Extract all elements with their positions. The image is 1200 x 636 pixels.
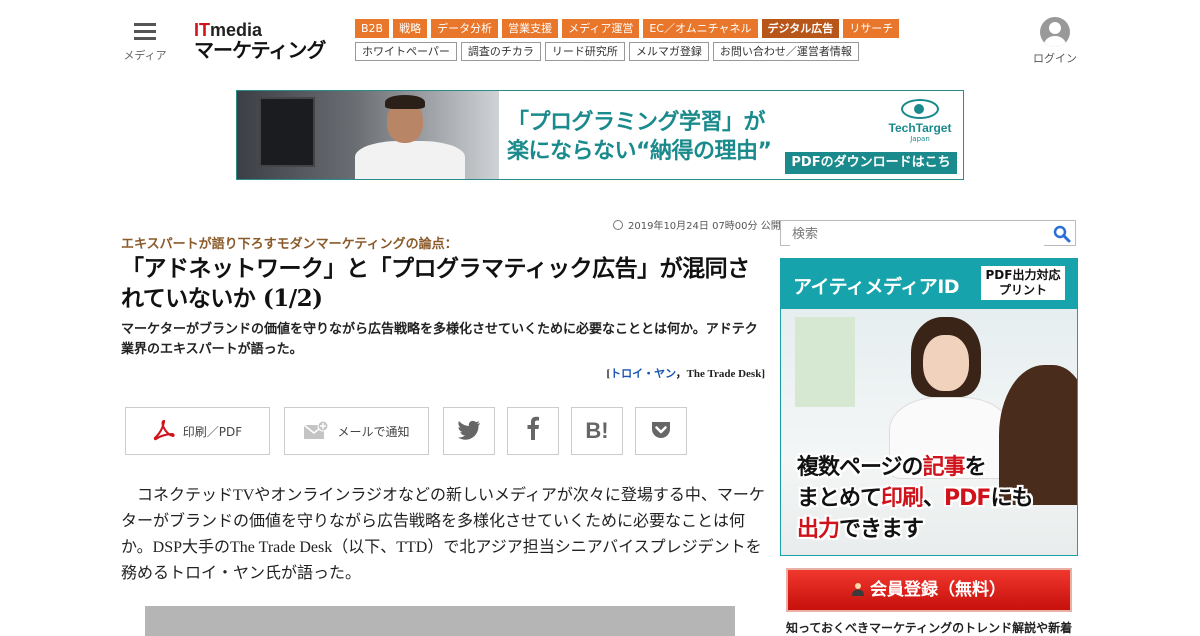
logo-marketing: マーケティング <box>194 38 326 62</box>
ad-photo: 複数ページの記事を まとめて印刷、PDFにも 出力できます <box>781 309 1077 555</box>
sub-link-lead-lab[interactable]: リード研究所 <box>544 42 625 61</box>
itmedia-id-ad[interactable]: アイティメディアID PDF出力対応 プリント 複数ページの記事を まとめて印刷… <box>780 258 1078 556</box>
user-avatar-icon <box>1040 17 1070 47</box>
category-data-analysis[interactable]: データ分析 <box>431 19 499 38</box>
author-byline: [トロイ・ヤン，The Trade Desk] <box>606 368 765 380</box>
category-digital-ads[interactable]: デジタル広告 <box>761 19 840 38</box>
pdf-icon <box>153 419 175 444</box>
techtarget-logo: TechTarget Japan <box>885 99 955 143</box>
sidebar-caption[interactable]: 知っておくべきマーケティングのトレンド解説や新着 <box>786 619 1086 636</box>
print-pdf-button[interactable]: 印刷／PDF <box>125 407 270 455</box>
category-b2b[interactable]: B2B <box>355 19 390 38</box>
banner-headline: 「プログラミング学習」が 楽にならない“納得の理由” <box>507 110 772 164</box>
page-title: 「アドネットワーク」と「プログラマティック広告」が混同されていないか (1/2) <box>121 255 750 312</box>
clock-icon <box>613 220 623 230</box>
eye-icon <box>901 99 939 119</box>
pocket-save-button[interactable] <box>635 407 687 455</box>
hatena-bookmark-button[interactable]: B! <box>571 407 623 455</box>
category-ec-omnichannel[interactable]: EC／オムニチャネル <box>643 19 758 38</box>
twitter-share-button[interactable] <box>443 407 495 455</box>
pdf-download-button[interactable]: PDFのダウンロードはこちら <box>785 152 957 179</box>
member-register-button[interactable]: 会員登録（無料） <box>786 568 1072 612</box>
ad-title: アイティメディアID <box>793 276 960 298</box>
sub-link-contact[interactable]: お問い合わせ／運営者情報 <box>712 42 859 61</box>
ad-copy: 複数ページの記事を まとめて印刷、PDFにも 出力できます <box>797 455 1033 542</box>
author-name-link[interactable]: トロイ・ヤン <box>610 368 675 380</box>
category-research[interactable]: リサーチ <box>843 19 900 38</box>
twitter-icon <box>457 420 481 443</box>
banner-photo <box>237 91 499 179</box>
publish-date: 2019年10月24日 07時00分 公開 <box>613 217 781 232</box>
article-lead: マーケターがブランドの価値を守りながら広告戦略を多様化させていくために必要なこと… <box>121 322 758 357</box>
search-box <box>780 220 1076 246</box>
article-body-paragraph: コネクテッドTVやオンラインラジオなどの新しいメディアが次々に登場する中、マーケ… <box>121 487 765 582</box>
login-button[interactable]: ログイン <box>1030 17 1080 66</box>
logo-media: media <box>210 20 263 40</box>
mail-plus-icon <box>303 420 329 443</box>
mail-notify-button[interactable]: メールで通知 <box>284 407 429 455</box>
sub-link-research-power[interactable]: 調査のチカラ <box>460 42 541 61</box>
category-strategy[interactable]: 戦略 <box>393 19 428 38</box>
search-icon[interactable] <box>1053 225 1071 243</box>
login-label: ログイン <box>1033 52 1077 65</box>
ad-banner[interactable]: 「プログラミング学習」が 楽にならない“納得の理由” TechTarget Ja… <box>236 90 964 180</box>
person-icon <box>852 571 864 596</box>
sub-nav: ホワイトペーパー 調査のチカラ リード研究所 メルマガ登録 お問い合わせ／運営者… <box>355 42 859 61</box>
pocket-icon <box>650 420 672 443</box>
category-media-operation[interactable]: メディア運営 <box>562 19 640 38</box>
sub-link-whitepaper[interactable]: ホワイトペーパー <box>355 42 457 61</box>
facebook-share-button[interactable] <box>507 407 559 455</box>
article-image-placeholder <box>145 606 735 636</box>
series-title[interactable]: エキスパートが語り下ろすモダンマーケティングの論点： <box>121 233 458 252</box>
sub-link-newsletter[interactable]: メルマガ登録 <box>628 42 709 61</box>
category-nav: B2B 戦略 データ分析 営業支援 メディア運営 EC／オムニチャネル デジタル… <box>355 19 900 38</box>
category-sales-support[interactable]: 営業支援 <box>502 19 559 38</box>
hamburger-icon <box>134 23 156 41</box>
menu-label: メディア <box>123 49 167 62</box>
search-input[interactable] <box>790 222 1044 246</box>
site-logo[interactable]: ITmedia マーケティング <box>194 20 326 62</box>
hatena-bookmark-icon: B! <box>585 418 609 443</box>
ad-feature-badge: PDF出力対応 プリント <box>981 266 1065 300</box>
media-menu-button[interactable]: メディア <box>121 20 169 63</box>
facebook-icon <box>526 416 540 446</box>
logo-it: IT <box>194 20 210 40</box>
ad-header: アイティメディアID PDF出力対応 プリント <box>781 259 1077 309</box>
